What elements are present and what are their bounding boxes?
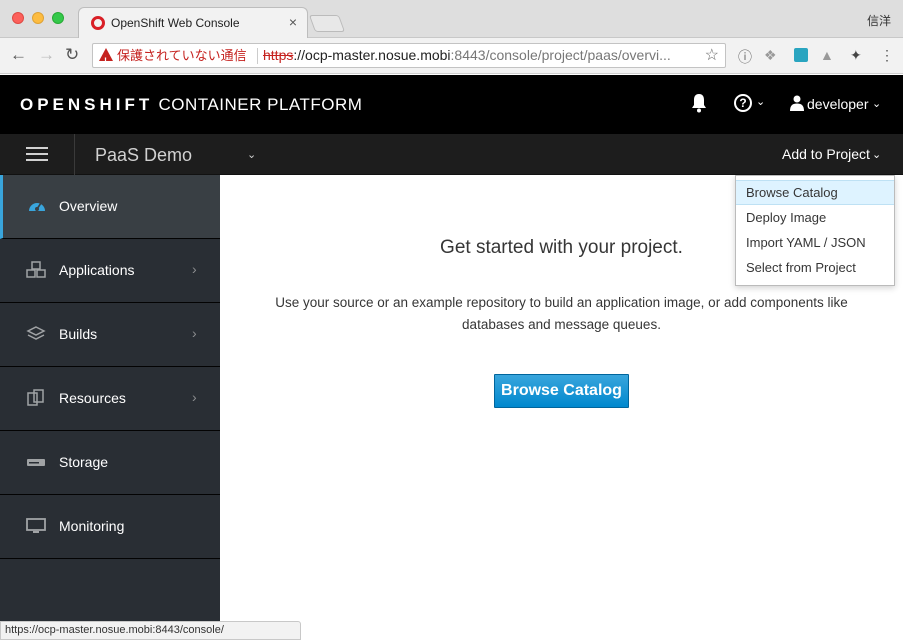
url-scheme: https (263, 47, 294, 63)
menu-item-deploy-image[interactable]: Deploy Image (736, 205, 894, 230)
brand-name: OPENSHIFT (20, 95, 154, 114)
minimize-window-button[interactable] (32, 12, 44, 24)
user-menu[interactable]: developer (807, 96, 869, 112)
maximize-window-button[interactable] (52, 12, 64, 24)
warning-icon (99, 48, 113, 67)
menu-item-import-yaml[interactable]: Import YAML / JSON (736, 230, 894, 255)
tab-close-icon[interactable]: × (289, 14, 297, 30)
sidebar-item-resources[interactable]: Resources › (0, 367, 220, 431)
copy-icon (27, 389, 44, 406)
sidebar-item-applications[interactable]: Applications › (0, 239, 220, 303)
info-icon[interactable]: ⓘ (738, 47, 752, 67)
dropbox-icon[interactable]: ❖ (764, 47, 777, 64)
sidebar-item-label: Builds (59, 326, 98, 342)
chevron-right-icon: › (192, 261, 197, 277)
sidebar-item-label: Resources (59, 390, 126, 406)
drive-icon[interactable]: ▲ (820, 47, 834, 63)
browser-tabbar: OpenShift Web Console × 信洋 (0, 0, 903, 38)
layers-icon (26, 326, 46, 340)
address-separator (257, 48, 258, 64)
chevron-down-icon[interactable]: ⌄ (756, 95, 765, 108)
help-icon[interactable]: ? (734, 94, 752, 112)
sidebar-item-monitoring[interactable]: Monitoring (0, 495, 220, 559)
menu-item-browse-catalog[interactable]: Browse Catalog (736, 180, 894, 205)
project-selector[interactable]: PaaS Demo (95, 145, 192, 166)
menu-item-select-from-project[interactable]: Select from Project (736, 255, 894, 280)
browser-menu-icon[interactable]: ⋮ (880, 47, 894, 64)
sidebar-item-label: Storage (59, 454, 109, 470)
project-bar: PaaS Demo ⌄ Add to Project ⌄ (0, 134, 903, 175)
profile-name[interactable]: 信洋 (867, 12, 891, 29)
reload-icon[interactable]: ↻ (65, 45, 79, 65)
notification-bell-icon[interactable] (690, 93, 708, 113)
browse-catalog-button[interactable]: Browse Catalog (494, 374, 629, 408)
brand-logo[interactable]: OPENSHIFT CONTAINER PLATFORM (20, 95, 362, 115)
masthead: OPENSHIFT CONTAINER PLATFORM ? ⌄ develop… (0, 75, 903, 134)
chevron-down-icon[interactable]: ⌄ (872, 97, 881, 110)
storage-icon (27, 459, 45, 466)
browser-toolbar: ← → ↻ 保護されていない通信 https://ocp-master.nosu… (0, 38, 903, 74)
security-warning[interactable]: 保護されていない通信 (117, 44, 247, 67)
new-tab-button[interactable] (308, 15, 346, 32)
chevron-right-icon: › (192, 325, 197, 341)
add-to-project-button[interactable]: Add to Project (782, 146, 870, 162)
hamburger-menu-icon[interactable] (0, 134, 75, 175)
chevron-down-icon[interactable]: ⌄ (872, 148, 881, 161)
url-path: :8443/console/project/paas/overvi... (450, 47, 671, 63)
user-icon[interactable] (790, 95, 804, 111)
sidebar-item-storage[interactable]: Storage (0, 431, 220, 495)
empty-state-description: Use your source or an example repository… (275, 295, 848, 332)
chevron-down-icon[interactable]: ⌄ (247, 148, 256, 161)
url-text[interactable]: https://ocp-master.nosue.mobi:8443/conso… (263, 44, 671, 67)
sidebar-item-label: Applications (59, 262, 135, 278)
address-bar[interactable]: 保護されていない通信 https://ocp-master.nosue.mobi… (92, 43, 726, 68)
close-window-button[interactable] (12, 12, 24, 24)
link-status-bubble: https://ocp-master.nosue.mobi:8443/conso… (0, 621, 301, 640)
desktop-icon (26, 518, 46, 533)
add-to-project-menu: Browse Catalog Deploy Image Import YAML … (735, 175, 895, 286)
openshift-favicon-icon (91, 16, 105, 30)
extension-icon[interactable] (794, 48, 808, 62)
dashboard-icon (29, 202, 45, 211)
sidebar-nav: Overview Applications › Builds › Resourc… (0, 175, 220, 640)
sidebar-item-label: Overview (59, 198, 118, 214)
sidebar-item-label: Monitoring (59, 518, 125, 534)
browser-tab[interactable]: OpenShift Web Console × (78, 7, 308, 38)
forward-arrow-icon[interactable]: → (38, 45, 55, 65)
evernote-icon[interactable]: ✦ (850, 47, 862, 64)
url-host: ://ocp-master.nosue.mobi (293, 47, 451, 63)
back-arrow-icon[interactable]: ← (10, 45, 27, 65)
bookmark-star-icon[interactable]: ☆ (705, 44, 719, 67)
sidebar-item-overview[interactable]: Overview (0, 175, 220, 239)
tab-title: OpenShift Web Console (111, 16, 240, 30)
sidebar-item-builds[interactable]: Builds › (0, 303, 220, 367)
cubes-icon (26, 261, 46, 278)
brand-subtitle: CONTAINER PLATFORM (158, 95, 363, 114)
chevron-right-icon: › (192, 389, 197, 405)
